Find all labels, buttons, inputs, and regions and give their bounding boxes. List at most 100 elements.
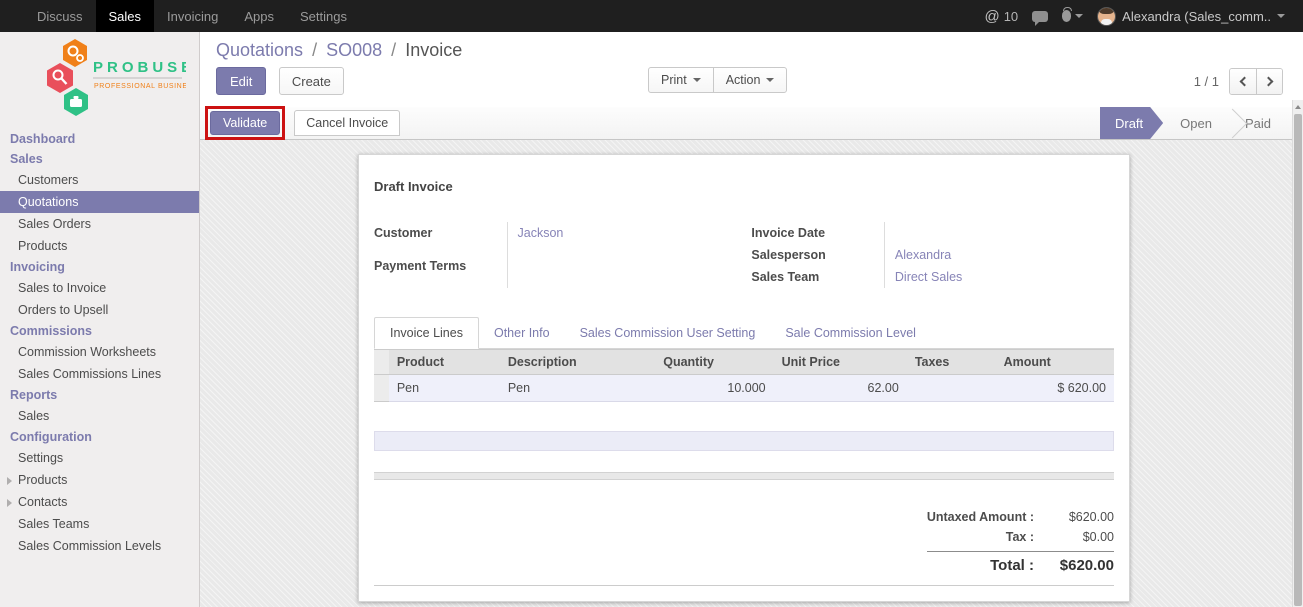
vertical-scrollbar[interactable]	[1292, 100, 1303, 607]
sidebar-section-configuration[interactable]: Configuration	[0, 427, 199, 447]
untaxed-amount-label: Untaxed Amount :	[852, 510, 1034, 524]
section-separator-bar	[374, 472, 1114, 480]
topbar: Discuss Sales Invoicing Apps Settings @ …	[0, 0, 1303, 32]
topbar-menu-sales[interactable]: Sales	[96, 0, 155, 32]
sidebar-section-sales[interactable]: Sales	[0, 149, 199, 169]
column-description[interactable]: Description	[500, 350, 655, 375]
topbar-menu-apps[interactable]: Apps	[231, 0, 287, 32]
sidebar-item-sales-to-invoice[interactable]: Sales to Invoice	[0, 277, 199, 299]
sidebar-section-invoicing[interactable]: Invoicing	[0, 257, 199, 277]
debug-menu[interactable]	[1062, 10, 1083, 22]
sidebar-item-config-products[interactable]: Products	[0, 469, 199, 491]
validate-annotation-box: Validate	[205, 106, 285, 140]
sidebar-item-customers[interactable]: Customers	[0, 169, 199, 191]
at-icon: @	[984, 8, 999, 25]
breadcrumb-current: Invoice	[405, 40, 462, 60]
logo-hexagon-case	[64, 88, 88, 116]
sidebar-item-commission-worksheets[interactable]: Commission Worksheets	[0, 341, 199, 363]
cell-amount: $ 620.00	[996, 375, 1114, 402]
create-button[interactable]: Create	[279, 67, 344, 95]
sidebar-item-products[interactable]: Products	[0, 235, 199, 257]
sidebar-section-commissions[interactable]: Commissions	[0, 321, 199, 341]
customer-label: Customer	[374, 222, 507, 255]
action-label: Action	[726, 73, 761, 87]
chevron-down-icon	[1075, 14, 1083, 18]
pager-counter: 1 / 1	[1194, 74, 1219, 89]
cell-quantity: 10.000	[655, 375, 773, 402]
content-area: Draft Invoice Customer Jackson Payment T…	[200, 140, 1303, 607]
sidebar-section-dashboard[interactable]: Dashboard	[0, 129, 199, 149]
column-quantity[interactable]: Quantity	[655, 350, 773, 375]
edit-button[interactable]: Edit	[216, 67, 266, 95]
status-step-draft[interactable]: Draft	[1100, 107, 1163, 139]
payment-terms-value	[507, 255, 737, 288]
totals-block: Untaxed Amount : $620.00 Tax : $0.00 Tot…	[852, 507, 1114, 577]
sidebar-item-quotations[interactable]: Quotations	[0, 191, 199, 213]
pager: 1 / 1	[1194, 68, 1283, 95]
chevron-left-icon	[1240, 77, 1250, 87]
table-row[interactable]: Pen Pen 10.000 62.00 $ 620.00	[374, 375, 1114, 402]
salesperson-label: Salesperson	[751, 244, 884, 266]
activities-counter[interactable]: @ 10	[984, 8, 1018, 25]
scrollbar-thumb[interactable]	[1294, 114, 1302, 606]
expand-arrow-icon	[7, 477, 12, 485]
invoice-sheet: Draft Invoice Customer Jackson Payment T…	[358, 154, 1130, 602]
sidebar-item-config-contacts[interactable]: Contacts	[0, 491, 199, 513]
print-dropdown-button[interactable]: Print	[648, 67, 714, 93]
column-amount[interactable]: Amount	[996, 350, 1114, 375]
scrollbar-up-button[interactable]	[1293, 100, 1303, 113]
sidebar-item-sales-commissions-lines[interactable]: Sales Commissions Lines	[0, 363, 199, 385]
sales-team-value[interactable]: Direct Sales	[884, 266, 1114, 288]
totals-divider	[927, 551, 1114, 552]
sidebar-item-sales-commission-levels[interactable]: Sales Commission Levels	[0, 535, 199, 557]
breadcrumb-quotations[interactable]: Quotations	[216, 40, 303, 60]
topbar-menu-invoicing[interactable]: Invoicing	[154, 0, 231, 32]
sidebar-item-orders-to-upsell[interactable]: Orders to Upsell	[0, 299, 199, 321]
untaxed-amount-value: $620.00	[1034, 510, 1114, 524]
column-taxes[interactable]: Taxes	[907, 350, 996, 375]
dropdown-buttons: Print Action	[648, 67, 787, 93]
sidebar-item-settings[interactable]: Settings	[0, 447, 199, 469]
svg-text:PROBUSE: PROBUSE	[93, 59, 186, 76]
control-panel: Quotations / SO008 / Invoice Edit Create…	[200, 32, 1303, 107]
chevron-right-icon	[1263, 77, 1273, 87]
invoice-date-value	[884, 222, 1114, 244]
topbar-menus: Discuss Sales Invoicing Apps Settings	[0, 0, 360, 32]
tab-sales-commission-user-setting[interactable]: Sales Commission User Setting	[565, 318, 771, 348]
sidebar-section-reports[interactable]: Reports	[0, 385, 199, 405]
pager-next-button[interactable]	[1256, 69, 1282, 94]
avatar	[1097, 7, 1116, 26]
user-menu[interactable]: Alexandra (Sales_comm..	[1097, 7, 1285, 26]
column-product[interactable]: Product	[389, 350, 500, 375]
breadcrumb-so008[interactable]: SO008	[326, 40, 382, 60]
customer-value[interactable]: Jackson	[507, 222, 737, 255]
sidebar-item-label: Contacts	[18, 495, 67, 509]
statusbar: Draft Open Paid	[1100, 107, 1288, 139]
action-dropdown-button[interactable]: Action	[713, 67, 788, 93]
pager-previous-button[interactable]	[1230, 69, 1256, 94]
table-header-row: Product Description Quantity Unit Price …	[374, 350, 1114, 375]
sidebar-item-reports-sales[interactable]: Sales	[0, 405, 199, 427]
chevron-down-icon	[1277, 14, 1285, 18]
messages-icon[interactable]	[1032, 11, 1048, 22]
total-label: Total :	[852, 557, 1034, 574]
topbar-menu-discuss[interactable]: Discuss	[24, 0, 96, 32]
sidebar-item-sales-orders[interactable]: Sales Orders	[0, 213, 199, 235]
cancel-invoice-button[interactable]: Cancel Invoice	[294, 110, 400, 136]
tab-invoice-lines[interactable]: Invoice Lines	[374, 317, 479, 349]
sheet-footer-divider	[374, 585, 1114, 586]
table-gutter	[374, 375, 389, 402]
field-group-left: Customer Jackson Payment Terms	[374, 222, 737, 288]
empty-field-bar	[374, 431, 1114, 451]
column-unit-price[interactable]: Unit Price	[774, 350, 907, 375]
topbar-right: @ 10 Alexandra (Sales_comm..	[984, 0, 1303, 32]
cell-product: Pen	[389, 375, 500, 402]
sidebar-item-sales-teams[interactable]: Sales Teams	[0, 513, 199, 535]
tab-sale-commission-level[interactable]: Sale Commission Level	[770, 318, 931, 348]
salesperson-value[interactable]: Alexandra	[884, 244, 1114, 266]
company-logo[interactable]: PROBUSE PROFESSIONAL BUSINESS	[0, 32, 199, 129]
validate-button[interactable]: Validate	[210, 111, 280, 135]
topbar-menu-settings[interactable]: Settings	[287, 0, 360, 32]
breadcrumb-separator: /	[391, 40, 396, 60]
tab-other-info[interactable]: Other Info	[479, 318, 565, 348]
